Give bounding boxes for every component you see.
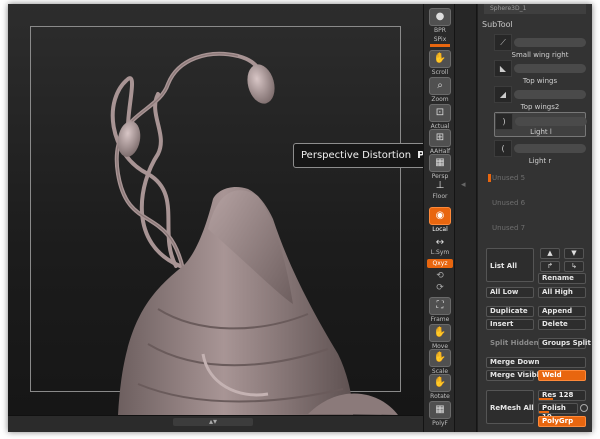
symmetry-icon: ↔ (435, 237, 445, 248)
unused-slot[interactable]: Unused 6 (492, 199, 525, 207)
subtool-item[interactable]: ( Light r (494, 140, 586, 166)
light-thumbnail-icon: ( (494, 140, 512, 157)
viewport[interactable]: Perspective Distortion P (8, 4, 426, 415)
append-button[interactable]: Append (538, 306, 586, 317)
all-low-button[interactable]: All Low (486, 287, 534, 298)
subtool-panel: Sphere3D_1 SubTool ⟋ Small wing right ◣ … (478, 4, 592, 432)
subtool-name: Light r (528, 157, 552, 165)
res-slider[interactable]: Res 128 (538, 390, 586, 401)
scale-hand-icon: ✋ (429, 349, 451, 367)
qxyz-button[interactable]: Qxyz (427, 259, 453, 268)
groups-split-button[interactable]: Groups Split (538, 338, 591, 349)
delete-button[interactable]: Delete (538, 319, 586, 330)
merge-down-button[interactable]: Merge Down (486, 357, 586, 368)
move-bottom-button[interactable]: ↳ (564, 261, 584, 272)
subtool-toggles[interactable] (514, 90, 586, 99)
tray-toggle-handle[interactable]: ▴▾ (173, 418, 253, 426)
move-down-button[interactable]: ▼ (564, 248, 584, 259)
subtool-item[interactable]: ◣ Top wings (494, 60, 586, 86)
scroll-button[interactable]: ✋ Scroll (427, 50, 453, 80)
insert-button[interactable]: Insert (486, 319, 534, 330)
rotate-button[interactable]: ✋ Rotate (427, 374, 453, 404)
unused-slot[interactable]: Unused 5 (492, 174, 525, 182)
unused-slot[interactable]: Unused 7 (492, 224, 525, 232)
polyf-button[interactable]: ▦ PolyF (427, 401, 453, 431)
move-hand-icon: ✋ (429, 324, 451, 342)
floor-button[interactable]: ⊥ Floor (427, 180, 453, 210)
actual-size-icon: ⊡ (429, 104, 451, 122)
polish-toggle-icon[interactable] (580, 404, 588, 412)
wing-thumbnail-icon: ⟋ (494, 34, 512, 51)
render-icon: ● (429, 8, 451, 26)
subtool-toggles[interactable] (514, 64, 586, 73)
rotate-z-icon[interactable]: ⟳ (434, 283, 446, 293)
floor-icon: ⊥ (435, 180, 445, 191)
zoom-button[interactable]: ⌕ Zoom (427, 77, 453, 107)
sculpt-model[interactable] (8, 4, 423, 415)
polish-slider-fill (539, 411, 549, 413)
subtool-name: Top wings2 (520, 103, 560, 111)
local-button[interactable]: ◉ Local (427, 207, 453, 237)
magnifier-icon: ⌕ (429, 77, 451, 95)
subtool-item-selected[interactable]: ) Light l (494, 112, 587, 137)
split-hidden-button[interactable]: Split Hidden (486, 338, 539, 349)
subtool-item[interactable]: ⟋ Small wing right (494, 34, 586, 60)
move-up-button[interactable]: ▲ (540, 248, 560, 259)
subtool-title[interactable]: SubTool (482, 20, 513, 29)
subtool-name: Top wings (522, 77, 558, 85)
subtool-toggles[interactable] (515, 117, 587, 126)
local-icon: ◉ (429, 207, 451, 225)
frame-button[interactable]: ⛶ Frame (427, 297, 453, 327)
subtool-toggles[interactable] (514, 38, 586, 47)
move-top-button[interactable]: ↱ (540, 261, 560, 272)
duplicate-button[interactable]: Duplicate (486, 306, 534, 317)
slot-marker (488, 174, 491, 182)
frame-icon: ⛶ (429, 297, 451, 315)
subtool-item[interactable]: ◢ Top wings2 (494, 86, 586, 112)
res-value: 128 (558, 391, 574, 399)
subtool-name: Light l (530, 128, 552, 136)
list-all-button[interactable]: List All (486, 248, 534, 282)
res-slider-fill (539, 398, 553, 400)
bottom-tray: ▴▾ (8, 415, 423, 432)
spix-slider[interactable] (430, 44, 450, 47)
aahalf-icon: ⊞ (429, 129, 451, 147)
zbrush-window: Perspective Distortion P ▴▾ ● BPR SPix ✋ … (8, 4, 592, 432)
collapse-arrow-icon[interactable]: ◂ (461, 180, 466, 190)
weld-toggle[interactable]: Weld (538, 370, 586, 381)
perspective-grid-icon: ▦ (429, 154, 451, 172)
merge-visible-button[interactable]: Merge Visible (486, 370, 544, 381)
hand-icon: ✋ (429, 50, 451, 68)
right-shelf: ● BPR SPix ✋ Scroll ⌕ Zoom ⊡ Actual ⊞ AA… (423, 4, 455, 432)
polish-slider[interactable]: Polish 10 (538, 403, 578, 421)
panel-divider: ◂ (455, 4, 477, 432)
subtool-toggles[interactable] (514, 144, 586, 153)
polyframe-icon: ▦ (429, 401, 451, 419)
remesh-all-button[interactable]: ReMesh All (486, 390, 534, 424)
all-high-button[interactable]: All High (538, 287, 586, 298)
rotate-y-icon[interactable]: ⟲ (434, 271, 446, 281)
tool-name-field[interactable]: Sphere3D_1 (484, 4, 586, 14)
perspective-tooltip: Perspective Distortion P (293, 143, 426, 168)
wing-thumbnail-icon: ◢ (494, 86, 512, 103)
polygrp-toggle[interactable]: PolyGrp (538, 416, 586, 427)
wing-thumbnail-icon: ◣ (494, 60, 512, 77)
rename-button[interactable]: Rename (538, 273, 586, 284)
bpr-button[interactable]: ● BPR (427, 8, 453, 38)
subtool-name: Small wing right (511, 51, 569, 59)
tooltip-text: Perspective Distortion (301, 150, 412, 161)
rotate-hand-icon: ✋ (429, 374, 451, 392)
